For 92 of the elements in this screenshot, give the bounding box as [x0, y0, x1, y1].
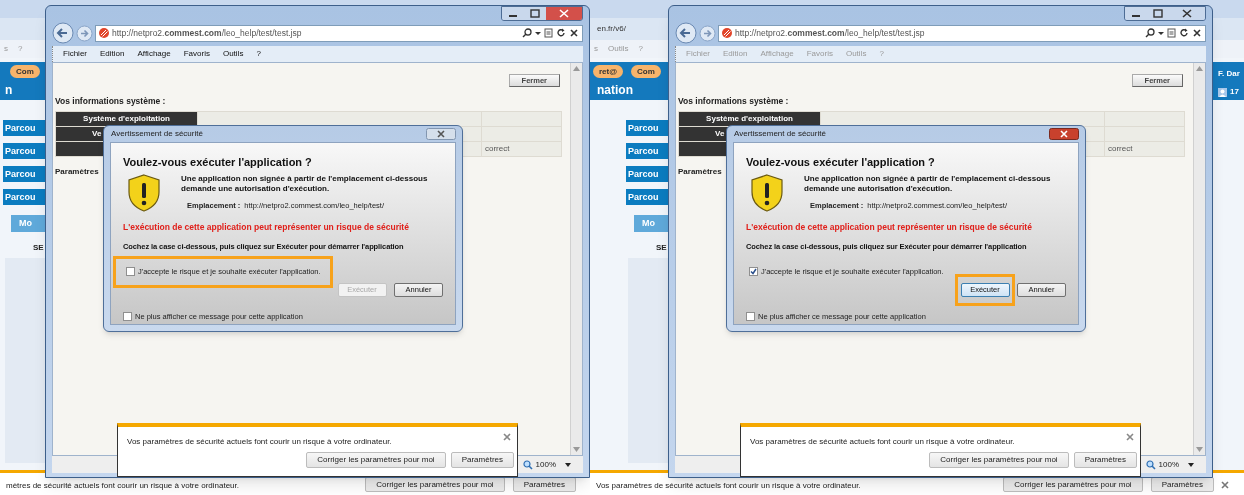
page-heading: n	[5, 82, 13, 99]
section-label: SE	[33, 242, 44, 254]
site-icon	[722, 28, 732, 38]
nav-button[interactable]: Parcou	[626, 166, 668, 182]
back-button[interactable]	[675, 22, 697, 44]
address-field[interactable]: http://netpro2.commest.com/leo_help/test/test.jsp	[718, 24, 1206, 42]
address-field[interactable]: http://netpro2.commest.com/leo_help/test/test.jsp	[95, 24, 583, 42]
zoom-icon[interactable]	[522, 459, 533, 470]
section-heading: Vos informations système :	[678, 95, 789, 108]
notification-button[interactable]: Paramètres	[450, 452, 514, 468]
nav-button[interactable]: Parcou	[626, 120, 668, 136]
table-cell: correct	[1105, 141, 1184, 156]
warning-shield-icon	[127, 173, 161, 212]
notification-text: Vos paramètres de sécurité actuels font courir un risque à votre ordinateur.	[750, 436, 1015, 448]
page-icon[interactable]	[544, 28, 553, 38]
scroll-up-arrow-icon[interactable]	[573, 66, 580, 71]
stop-icon[interactable]	[569, 28, 579, 38]
scroll-up-arrow-icon[interactable]	[1196, 66, 1203, 71]
nav-button[interactable]: Parcou	[626, 143, 668, 159]
section-heading: Paramètres	[678, 165, 722, 178]
notification-button[interactable]: Paramètres	[1073, 452, 1137, 468]
section-label: SE	[656, 242, 667, 254]
nav-button[interactable]: Parcou	[3, 166, 45, 182]
refresh-icon[interactable]	[556, 28, 566, 38]
dialog-message: Une application non signée à partir de l'emplacement ci-dessous demande une autorisation d'exécution.	[181, 173, 429, 194]
caret-icon[interactable]	[565, 462, 571, 467]
warning-shield-icon	[750, 173, 784, 212]
menu-item[interactable]: Fichier	[63, 48, 87, 60]
checkbox[interactable]	[749, 267, 758, 276]
forward-button[interactable]	[699, 24, 716, 42]
back-button[interactable]	[52, 22, 74, 44]
close-button[interactable]	[1049, 128, 1079, 140]
zoom-level[interactable]: 100%	[535, 458, 556, 471]
dialog-heading: Voulez-vous exécuter l'application ?	[123, 155, 313, 170]
table-header-cell: Système d'exploitation	[56, 111, 197, 126]
menu-item[interactable]: Outils	[222, 48, 244, 60]
close-icon[interactable]	[502, 432, 512, 442]
notification-text: Vos paramètres de sécurité actuels font courir un risque à votre ordinateur.	[127, 436, 392, 448]
maximize-button[interactable]	[524, 7, 546, 20]
nav-button[interactable]: Parcou	[626, 189, 668, 205]
checkbox[interactable]	[746, 311, 755, 321]
user-name: F. Dar	[1218, 68, 1240, 80]
zoom-icon[interactable]	[1145, 459, 1156, 470]
close-icon[interactable]	[1220, 480, 1230, 490]
search-icon[interactable]	[522, 28, 532, 38]
table-header-cell: Système d'exploitation	[679, 111, 820, 126]
dialog-message: Une application non signée à partir de l'emplacement ci-dessous demande une autorisation d'exécution.	[804, 173, 1052, 194]
menu-item[interactable]: Edition	[100, 48, 125, 60]
user-icon	[1218, 87, 1227, 97]
menu-item[interactable]: Favoris	[183, 48, 210, 60]
menu-item[interactable]: ?	[256, 48, 261, 60]
notification-count: 17	[1230, 86, 1239, 98]
notification-text: Vos paramètres de sécurité actuels font courir un risque à votre ordinateur.	[596, 480, 861, 492]
forward-button[interactable]	[76, 24, 93, 42]
close-button[interactable]	[1169, 7, 1205, 20]
tab[interactable]: ret@	[593, 65, 624, 78]
scrollbar[interactable]	[570, 63, 582, 455]
notification-button[interactable]: Corriger les paramètres pour moi	[306, 452, 446, 468]
scrollbar[interactable]	[1193, 63, 1205, 455]
stop-icon[interactable]	[1192, 28, 1202, 38]
section-heading: Vos informations système :	[55, 95, 166, 108]
address-text: en.fr/v6/	[597, 23, 626, 35]
search-icon[interactable]	[1145, 28, 1155, 38]
refresh-icon[interactable]	[1179, 28, 1189, 38]
notification-button[interactable]: Corriger les paramètres pour moi	[929, 452, 1069, 468]
nav-button[interactable]: Parcou	[3, 189, 45, 205]
close-icon[interactable]	[1125, 432, 1135, 442]
nav-button[interactable]: Parcou	[3, 120, 45, 136]
tab[interactable]: Com	[631, 65, 661, 78]
tab[interactable]: Com	[10, 65, 40, 78]
section-heading: Paramètres	[55, 165, 99, 178]
minimize-button[interactable]	[502, 7, 524, 20]
dialog-heading: Voulez-vous exécuter l'application ?	[746, 155, 936, 170]
table-cell: correct	[482, 141, 561, 156]
security-warning: L'exécution de cette application peut représenter un risque de sécurité	[123, 220, 410, 234]
checkbox[interactable]	[126, 267, 135, 276]
menu-item[interactable]: Affichage	[137, 48, 171, 60]
close-button[interactable]	[546, 7, 582, 20]
site-icon	[99, 28, 109, 38]
security-warning: L'exécution de cette application peut représenter un risque de sécurité	[746, 220, 1033, 234]
nav-button[interactable]: Parcou	[3, 143, 45, 159]
zoom-level[interactable]: 100%	[1158, 458, 1179, 471]
close-button[interactable]	[426, 128, 456, 140]
scroll-down-arrow-icon[interactable]	[573, 447, 580, 452]
notification-text: mètres de sécurité actuels font courir un risque à votre ordinateur.	[6, 480, 239, 492]
scroll-down-arrow-icon[interactable]	[1196, 447, 1203, 452]
checkbox[interactable]	[123, 311, 132, 321]
page-icon[interactable]	[1167, 28, 1176, 38]
check-icon	[750, 268, 757, 275]
caret-icon[interactable]	[1188, 462, 1194, 467]
page-heading: nation	[597, 82, 633, 99]
minimize-button[interactable]	[1125, 7, 1147, 20]
